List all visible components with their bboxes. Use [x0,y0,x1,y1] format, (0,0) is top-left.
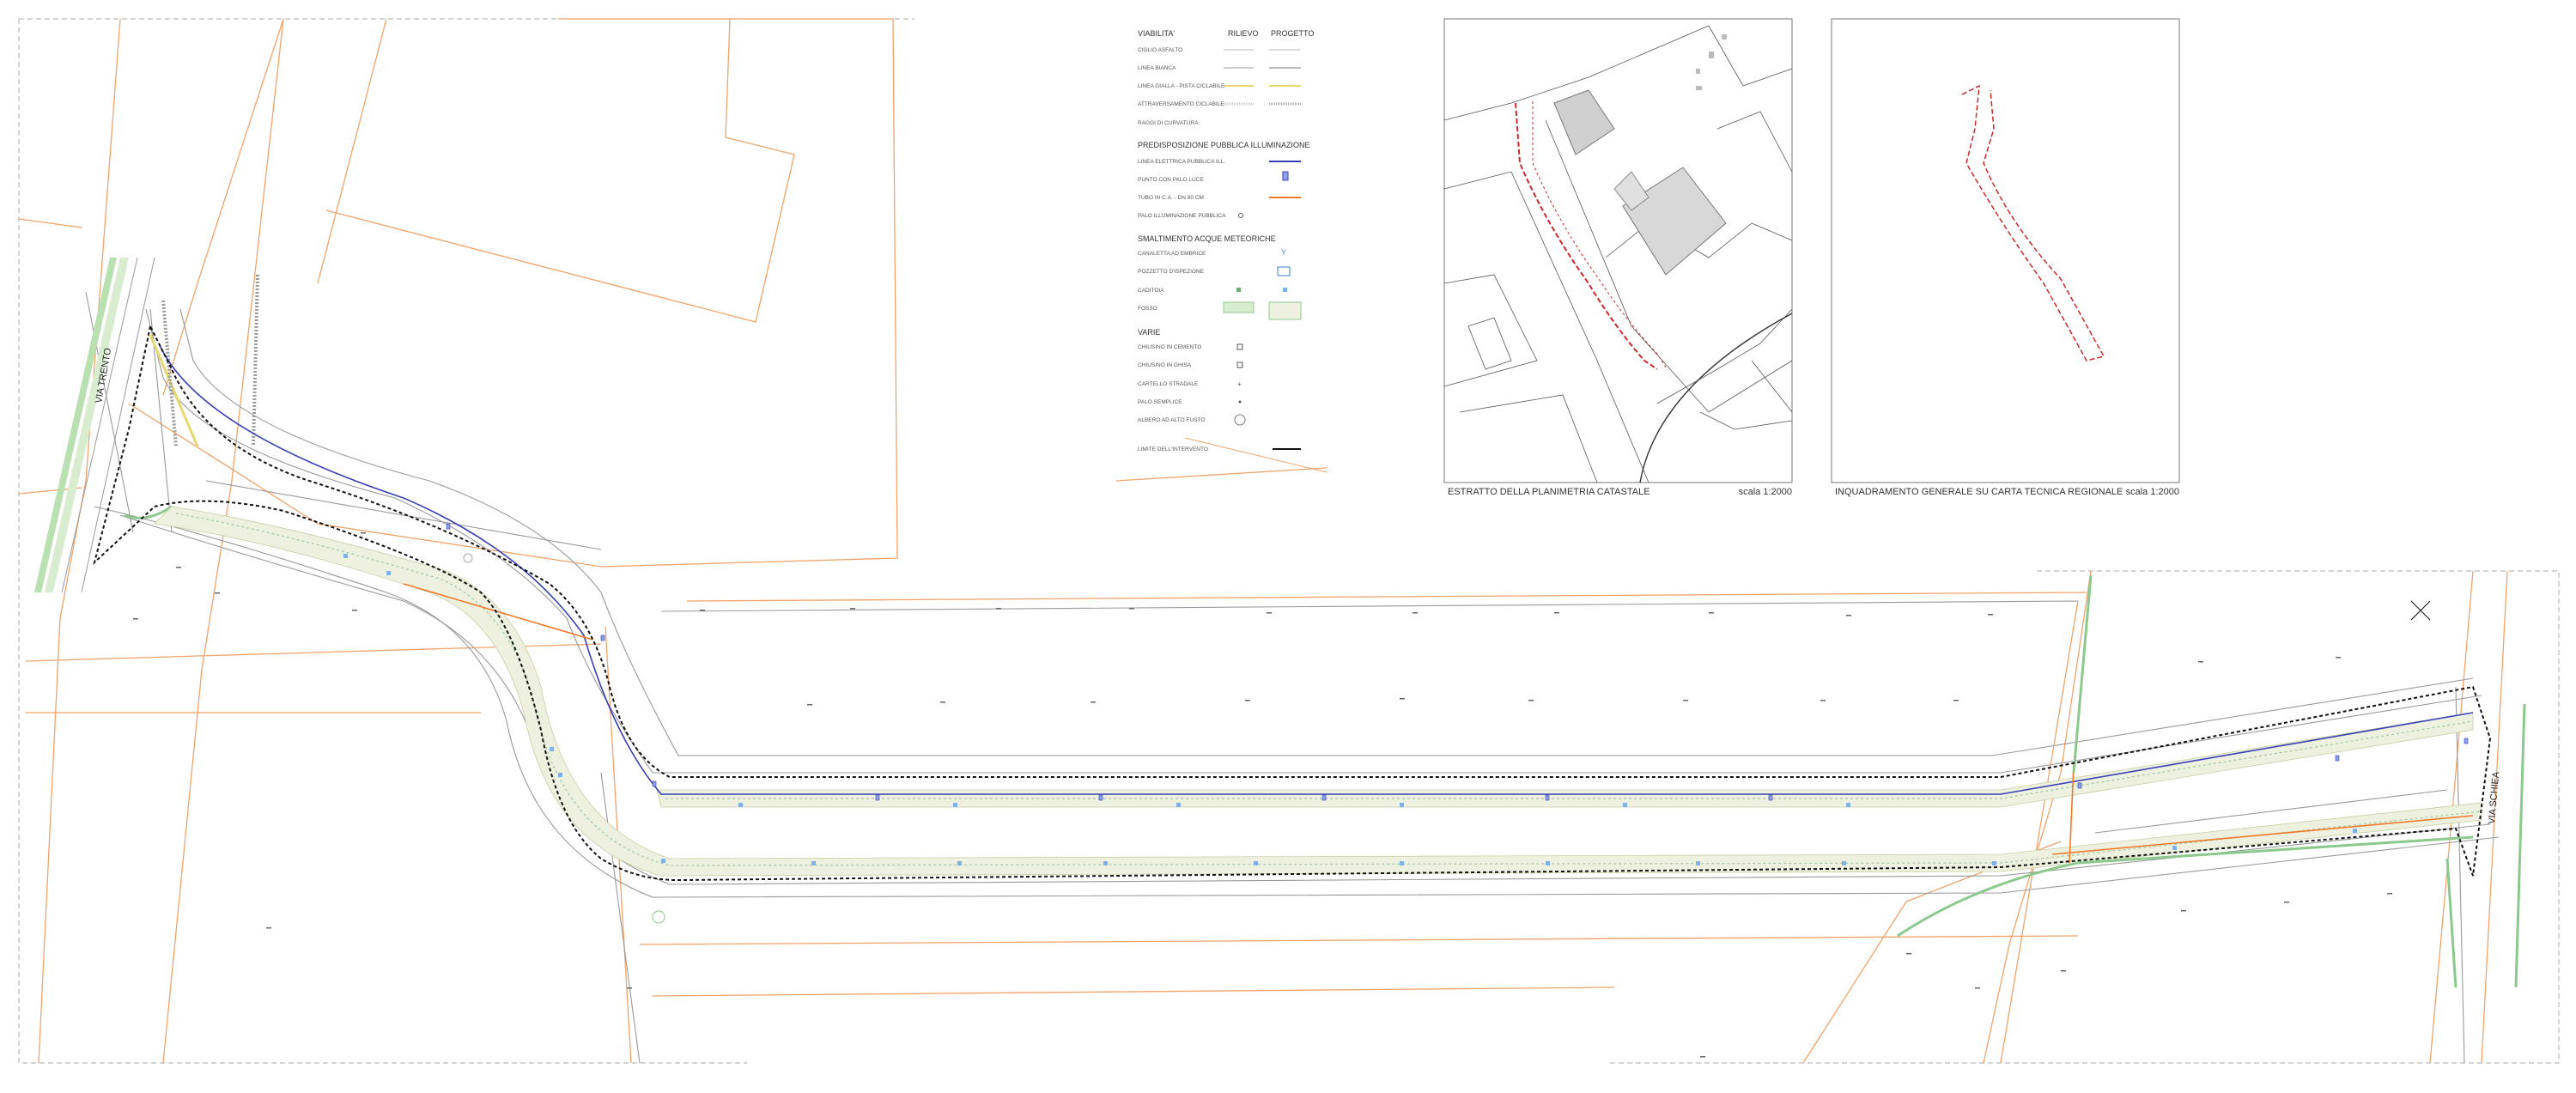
drain-grate-icon [1283,288,1287,292]
legend-item: LINEA ELETTRICA PUBBLICA ILL. [1138,159,1225,165]
inset-catastale: ESTRATTO DELLA PLANIMETRIA CATASTALE sca… [1443,18,1793,497]
pipe-segments [403,583,2474,864]
legend-item: CARTELLO STRADALE [1138,381,1199,387]
legend-varie-header: VARIE [1138,328,1160,337]
legend-item: CHIUSINO IN CEMENTO [1138,344,1201,350]
drain-grate-icon [1236,288,1241,292]
lighting-points [446,523,2469,801]
legend-item: PUNTO CON PALO LUCE [1138,177,1204,183]
legend-item: LIMITE DELL'INTERVENTO [1138,446,1208,452]
legend-item: CHIUSINO IN GHISA [1138,362,1192,368]
concrete-cover-icon [1236,343,1243,350]
ditch-paths [1897,574,2526,988]
legend-col-rilievo: RILIEVO [1228,29,1259,38]
north-arrow-icon [2410,600,2431,621]
legend-item: TUBO IN C.A. - DN 80 CM [1138,195,1204,201]
inset-catastale-scale: scala 1:2000 [1739,487,1792,497]
inset-regionale-caption: INQUADRAMENTO GENERALE SU CARTA TECNICA … [1835,487,2123,497]
lighting-point-icon [1282,171,1289,181]
light-pole-icon [1238,213,1243,218]
left-junction [124,274,259,519]
legend-item: CIGLIO ASFALTO [1138,47,1182,53]
legend: VIABILITA' RILIEVO PROGETTO CIGLIO ASFAL… [1138,29,1327,473]
legend-item: CADITOIA [1138,288,1164,294]
road-sign-icon: + [1237,380,1242,388]
legend-col-progetto: PROGETTO [1271,29,1314,38]
via-trento-strip: VIA TRENTO [34,257,155,593]
legend-item: ATTRAVERSAMENTO CICLABILE [1138,101,1224,107]
tree-icon [463,553,473,563]
legend-item: LINEA BIANCA [1138,65,1176,71]
ditch-icon [1223,301,1255,313]
project-drawing: VIA TRENTO VIABILITA' RILIEVO PROGETTO C… [18,18,2560,1064]
legend-viabilita-header: VIABILITA' [1138,29,1175,38]
gutter-icon: Y [1281,248,1286,257]
legend-item: LINEA GIALLA - PISTA CICLABILE [1138,83,1225,89]
legend-item: PALO ILLUMINAZIONE PUBBLICA [1138,213,1226,219]
inset-catastale-caption: ESTRATTO DELLA PLANIMETRIA CATASTALE [1448,487,1650,497]
legend-illuminazione-header: PREDISPOSIZIONE PUBBLICA ILLUMINAZIONE [1138,141,1310,149]
legend-item: CANALETTA AD EMBRICE [1138,251,1206,257]
ditch-icon [1268,301,1302,320]
legend-item: RAGGI DI CURVATURA [1138,120,1199,126]
road-name-via-schiea: VIA SCHIEA [2487,771,2501,825]
inset-regionale: INQUADRAMENTO GENERALE SU CARTA TECNICA … [1831,18,2180,497]
drainage-markers [343,554,2357,865]
legend-acque-header: SMALTIMENTO ACQUE METEORICHE [1138,234,1276,243]
tree-icon [1234,414,1246,426]
legend-item: PALO SEMPLICE [1138,399,1182,405]
legend-item: POZZETTO D'ISPEZIONE [1138,269,1205,275]
simple-pole-icon [1238,400,1242,404]
inset-regionale-scale: scala 1:2000 [2126,487,2179,497]
inspection-well-icon [1277,266,1291,276]
legend-item: FOSSO [1138,306,1157,312]
project-road-band [154,506,2482,877]
tree-icon [652,910,665,924]
legend-item: ALBERO AD ALTO FUSTO [1138,417,1205,423]
iron-cover-icon [1236,361,1243,368]
